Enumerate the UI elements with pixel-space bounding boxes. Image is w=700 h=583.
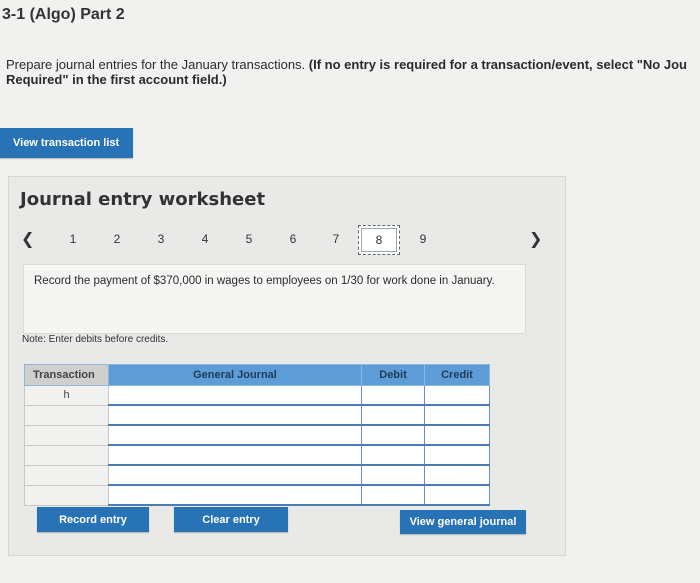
step-7[interactable]: 7 xyxy=(329,232,343,246)
transaction-cell xyxy=(24,424,109,446)
debit-field[interactable] xyxy=(361,484,425,506)
debit-field[interactable] xyxy=(361,385,425,406)
step-6[interactable]: 6 xyxy=(286,232,300,246)
step-5[interactable]: 5 xyxy=(242,232,256,246)
account-field[interactable] xyxy=(108,404,362,426)
step-3[interactable]: 3 xyxy=(154,232,168,246)
debit-field[interactable] xyxy=(361,444,425,466)
transaction-cell: h xyxy=(24,385,109,406)
account-field[interactable] xyxy=(108,385,362,406)
table-header-row: Transaction General Journal Debit Credit xyxy=(24,364,490,386)
credit-field[interactable] xyxy=(424,464,490,486)
journal-table: Transaction General Journal Debit Credit… xyxy=(24,364,490,506)
debit-field[interactable] xyxy=(361,464,425,486)
credit-field[interactable] xyxy=(424,424,490,446)
step-9[interactable]: 9 xyxy=(416,232,430,246)
journal-entry-worksheet: Journal entry worksheet ❮ 1 2 3 4 5 6 7 … xyxy=(8,176,566,556)
transaction-cell xyxy=(24,444,109,466)
table-row xyxy=(24,424,490,446)
clear-entry-button[interactable]: Clear entry xyxy=(174,507,288,532)
step-1[interactable]: 1 xyxy=(66,232,80,246)
instructions: Prepare journal entries for the January … xyxy=(0,57,700,87)
debit-field[interactable] xyxy=(361,424,425,446)
table-row xyxy=(24,464,490,486)
instructions-plain: Prepare journal entries for the January … xyxy=(6,57,309,72)
instructions-bold: (If no entry is required for a transacti… xyxy=(308,57,687,72)
instructions-line-1: Prepare journal entries for the January … xyxy=(0,57,700,72)
view-transaction-list-button[interactable]: View transaction list xyxy=(0,128,133,158)
record-entry-button[interactable]: Record entry xyxy=(37,507,149,532)
header-general-journal: General Journal xyxy=(108,364,362,386)
note-text: Note: Enter debits before credits. xyxy=(22,334,169,345)
transaction-cell xyxy=(24,464,109,486)
step-8-active[interactable]: 8 xyxy=(358,225,400,255)
table-row xyxy=(24,444,490,466)
page-title: 3-1 (Algo) Part 2 xyxy=(2,6,125,23)
worksheet-title: Journal entry worksheet xyxy=(20,189,266,210)
credit-field[interactable] xyxy=(424,444,490,466)
chevron-left-icon[interactable]: ❮ xyxy=(21,229,34,249)
account-field[interactable] xyxy=(108,424,362,446)
instructions-line-2: Required" in the first account field.) xyxy=(6,72,227,87)
table-row xyxy=(24,484,490,506)
table-row xyxy=(24,404,490,426)
transaction-cell xyxy=(24,484,109,506)
step-navigation: ❮ 1 2 3 4 5 6 7 8 9 ❯ xyxy=(9,225,565,255)
header-credit: Credit xyxy=(424,364,490,386)
header-transaction: Transaction xyxy=(24,364,109,386)
credit-field[interactable] xyxy=(424,404,490,426)
credit-field[interactable] xyxy=(424,385,490,406)
credit-field[interactable] xyxy=(424,484,490,506)
view-general-journal-button[interactable]: View general journal xyxy=(400,510,526,534)
step-4[interactable]: 4 xyxy=(198,232,212,246)
debit-field[interactable] xyxy=(361,404,425,426)
step-2[interactable]: 2 xyxy=(110,232,124,246)
chevron-right-icon[interactable]: ❯ xyxy=(529,229,542,249)
transaction-description: Record the payment of $370,000 in wages … xyxy=(23,264,526,334)
account-field[interactable] xyxy=(108,484,362,506)
transaction-cell xyxy=(24,404,109,426)
table-row: h xyxy=(24,385,490,406)
header-debit: Debit xyxy=(361,364,425,386)
account-field[interactable] xyxy=(108,464,362,486)
account-field[interactable] xyxy=(108,444,362,466)
